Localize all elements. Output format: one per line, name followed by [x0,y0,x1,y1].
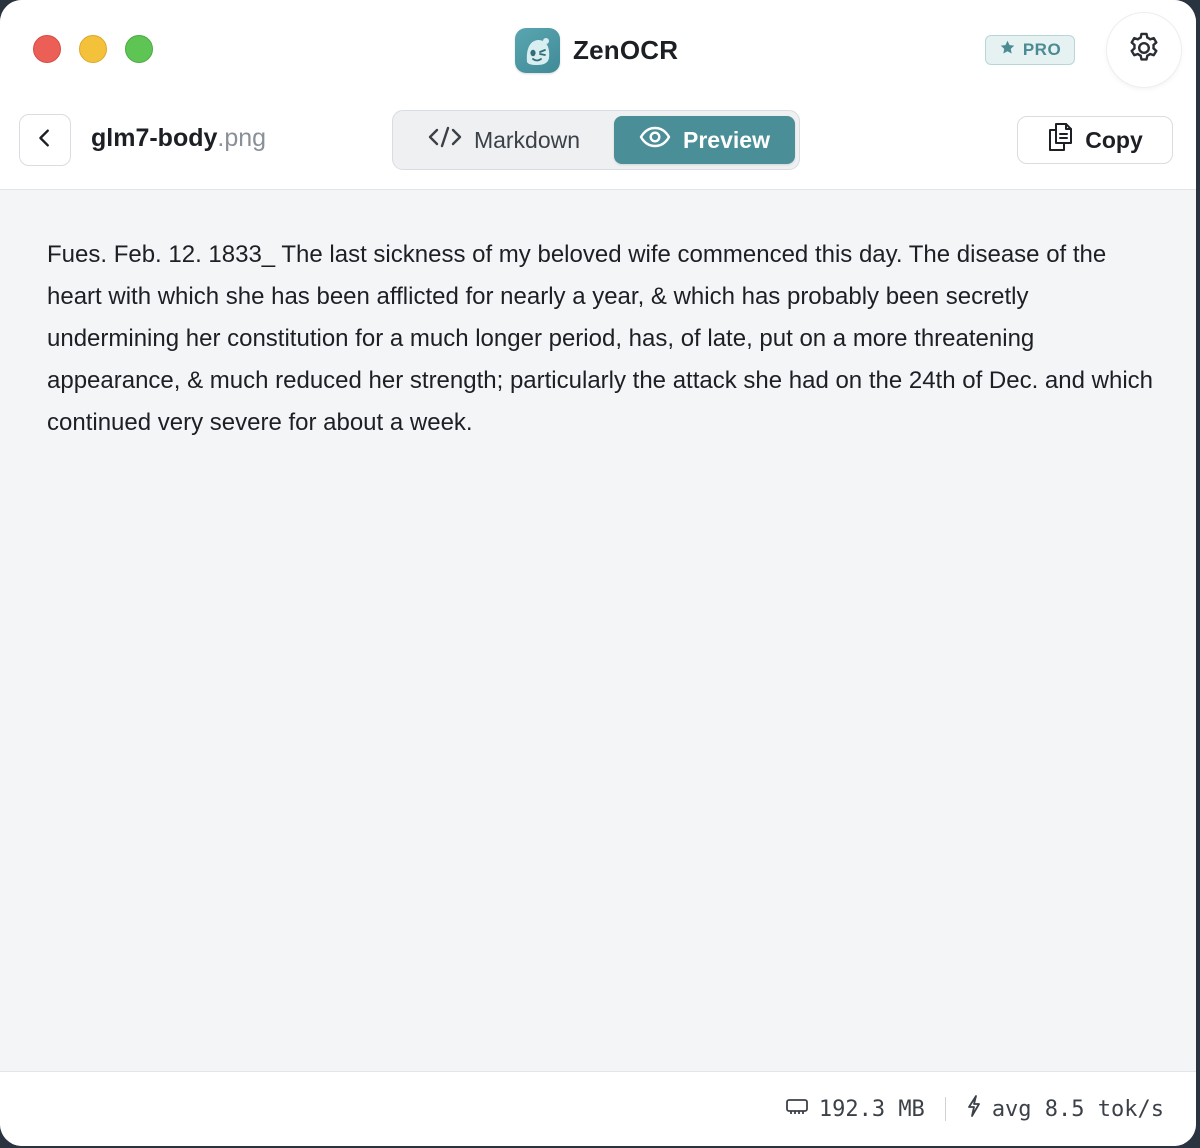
eye-icon [639,126,671,154]
back-button[interactable] [19,114,71,166]
lightning-icon [966,1094,982,1124]
close-window-button[interactable] [33,35,61,63]
star-icon [999,39,1016,61]
file-base-name: glm7-body [91,124,218,152]
file-name: glm7-body.png [91,124,266,153]
preview-pane: Fues. Feb. 12. 1833_ The last sickness o… [0,190,1196,1072]
chevron-left-icon [34,127,56,154]
copy-button-label: Copy [1085,126,1143,153]
stats-divider [944,1097,946,1121]
tab-markdown-label: Markdown [473,126,581,153]
performance-stats: 192.3 MB avg 8.5 tok/s [785,1094,1164,1124]
status-bar: 192.3 MB avg 8.5 tok/s [0,1071,1196,1146]
copy-button[interactable]: Copy [1017,116,1173,164]
pro-badge[interactable]: PRO [985,35,1075,65]
tab-preview-label: Preview [683,126,770,153]
toolbar: glm7-body.png Markdown Preview Copy [0,100,1196,190]
tab-preview[interactable]: Preview [614,116,795,164]
memory-chip-icon [785,1096,809,1122]
app-logo-icon [515,27,560,73]
pro-badge-label: PRO [1022,40,1062,59]
minimize-window-button[interactable] [79,35,107,63]
copy-icon [1047,122,1073,158]
settings-button[interactable] [1107,13,1181,87]
code-icon [428,125,462,155]
token-speed: avg 8.5 tok/s [991,1096,1164,1122]
view-mode-toggle: Markdown Preview [392,110,800,170]
app-window: ZenOCR PRO glm7-body.png Markdown Previe… [0,0,1196,1146]
file-extension: .png [217,124,267,152]
app-brand: ZenOCR [515,27,678,73]
ocr-result-text[interactable]: Fues. Feb. 12. 1833_ The last sickness o… [47,234,1157,444]
memory-stat: 192.3 MB [785,1096,925,1122]
title-bar: ZenOCR PRO [0,0,1196,100]
app-title: ZenOCR [573,34,679,65]
gear-icon [1126,30,1162,71]
memory-usage: 192.3 MB [818,1096,925,1122]
zoom-window-button[interactable] [125,35,153,63]
tab-markdown[interactable]: Markdown [398,116,610,164]
speed-stat: avg 8.5 tok/s [966,1094,1164,1124]
